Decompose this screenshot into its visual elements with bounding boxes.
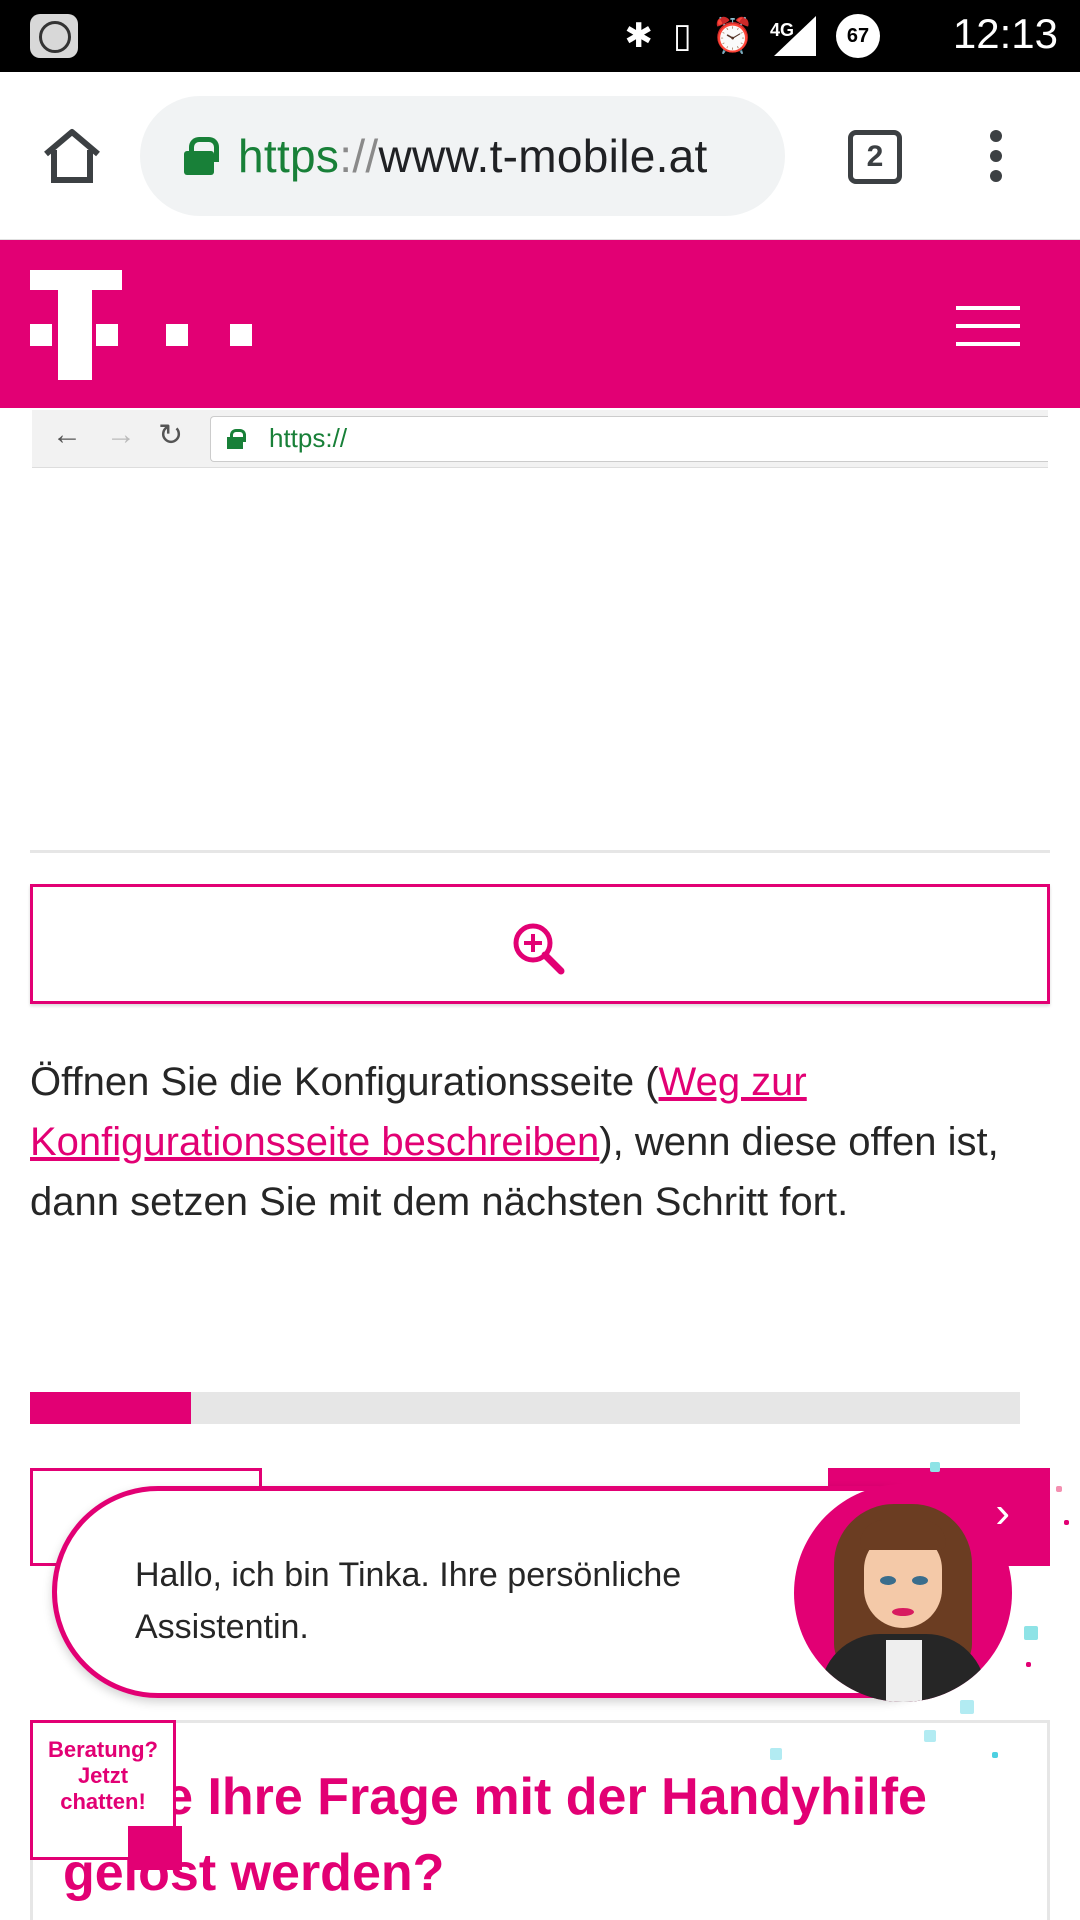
alarm-icon: ⏰ [711, 17, 754, 55]
overflow-menu-icon[interactable] [984, 130, 1008, 186]
network-type: 4G [770, 20, 795, 40]
site-header [0, 240, 1080, 408]
logo-dot [230, 324, 252, 346]
instruction-text: Öffnen Sie die Konfigurationsseite (Weg … [30, 1060, 999, 1224]
browser-screenshot-image: ← → ↻ https:// [32, 410, 1048, 468]
home-icon[interactable] [40, 124, 104, 188]
confetti-dot [960, 1700, 974, 1714]
url-text[interactable]: https://www.t-mobile.at [238, 129, 708, 183]
bluetooth-icon: ✱ [624, 17, 653, 55]
progress-fill [30, 1392, 192, 1424]
step-progress-bar [30, 1392, 1020, 1424]
status-bar: ✱ ▯ ⏰ 4G 67 12:13 [0, 0, 1080, 72]
tabs-icon[interactable]: 2 [848, 130, 902, 184]
chat-greeting-text: Hallo, ich bin Tinka. Ihre persönliche A… [135, 1556, 682, 1646]
chat-tab-marker [128, 1826, 182, 1870]
confetti-dot [1026, 1662, 1031, 1667]
status-icons: ✱ ▯ ⏰ 4G 67 [624, 14, 880, 58]
confetti-dot [930, 1462, 940, 1472]
confetti-dot [1024, 1626, 1038, 1640]
logo-dot [30, 324, 52, 346]
zoom-image-button[interactable] [30, 884, 1050, 1004]
mi-app-icon [30, 14, 78, 58]
faq-box: …nte Ihre Frage mit der Handyhilfe gelös… [30, 1720, 1050, 1920]
signal-icon: 4G [770, 16, 816, 56]
back-arrow-icon: ← [52, 418, 82, 451]
chat-tab-line: chatten! [60, 1789, 146, 1814]
hamburger-menu-icon[interactable] [956, 306, 1020, 346]
confetti-dot [992, 1752, 998, 1758]
forward-arrow-icon: → [106, 418, 136, 451]
chevron-right-icon: › [995, 1488, 1010, 1537]
confetti-dot [1064, 1520, 1069, 1525]
chat-tab-line: Jetzt [77, 1763, 129, 1788]
zoom-in-icon [513, 923, 565, 975]
battery-icon: 67 [836, 14, 880, 58]
vibrate-icon: ▯ [672, 17, 692, 55]
logo-dot [166, 324, 188, 346]
confetti-dot [924, 1730, 936, 1742]
confetti-dot [1056, 1486, 1062, 1492]
status-time: 12:13 [952, 10, 1058, 57]
divider [30, 850, 1050, 853]
lock-icon [227, 429, 246, 449]
browser-toolbar: https://www.t-mobile.at 2 [0, 72, 1080, 240]
mock-address-bar: https:// [210, 416, 1048, 462]
address-bar[interactable]: https://www.t-mobile.at [140, 96, 785, 216]
lock-icon[interactable] [184, 137, 219, 175]
logo-dot [96, 324, 118, 346]
confetti-dot [770, 1748, 782, 1760]
reload-icon: ↻ [158, 419, 184, 452]
mock-url-text: https:// [269, 423, 348, 453]
assistant-avatar[interactable] [794, 1484, 1012, 1702]
chat-tab-line: Beratung? [48, 1737, 158, 1762]
faq-title: …nte Ihre Frage mit der Handyhilfe gelös… [63, 1768, 927, 1902]
